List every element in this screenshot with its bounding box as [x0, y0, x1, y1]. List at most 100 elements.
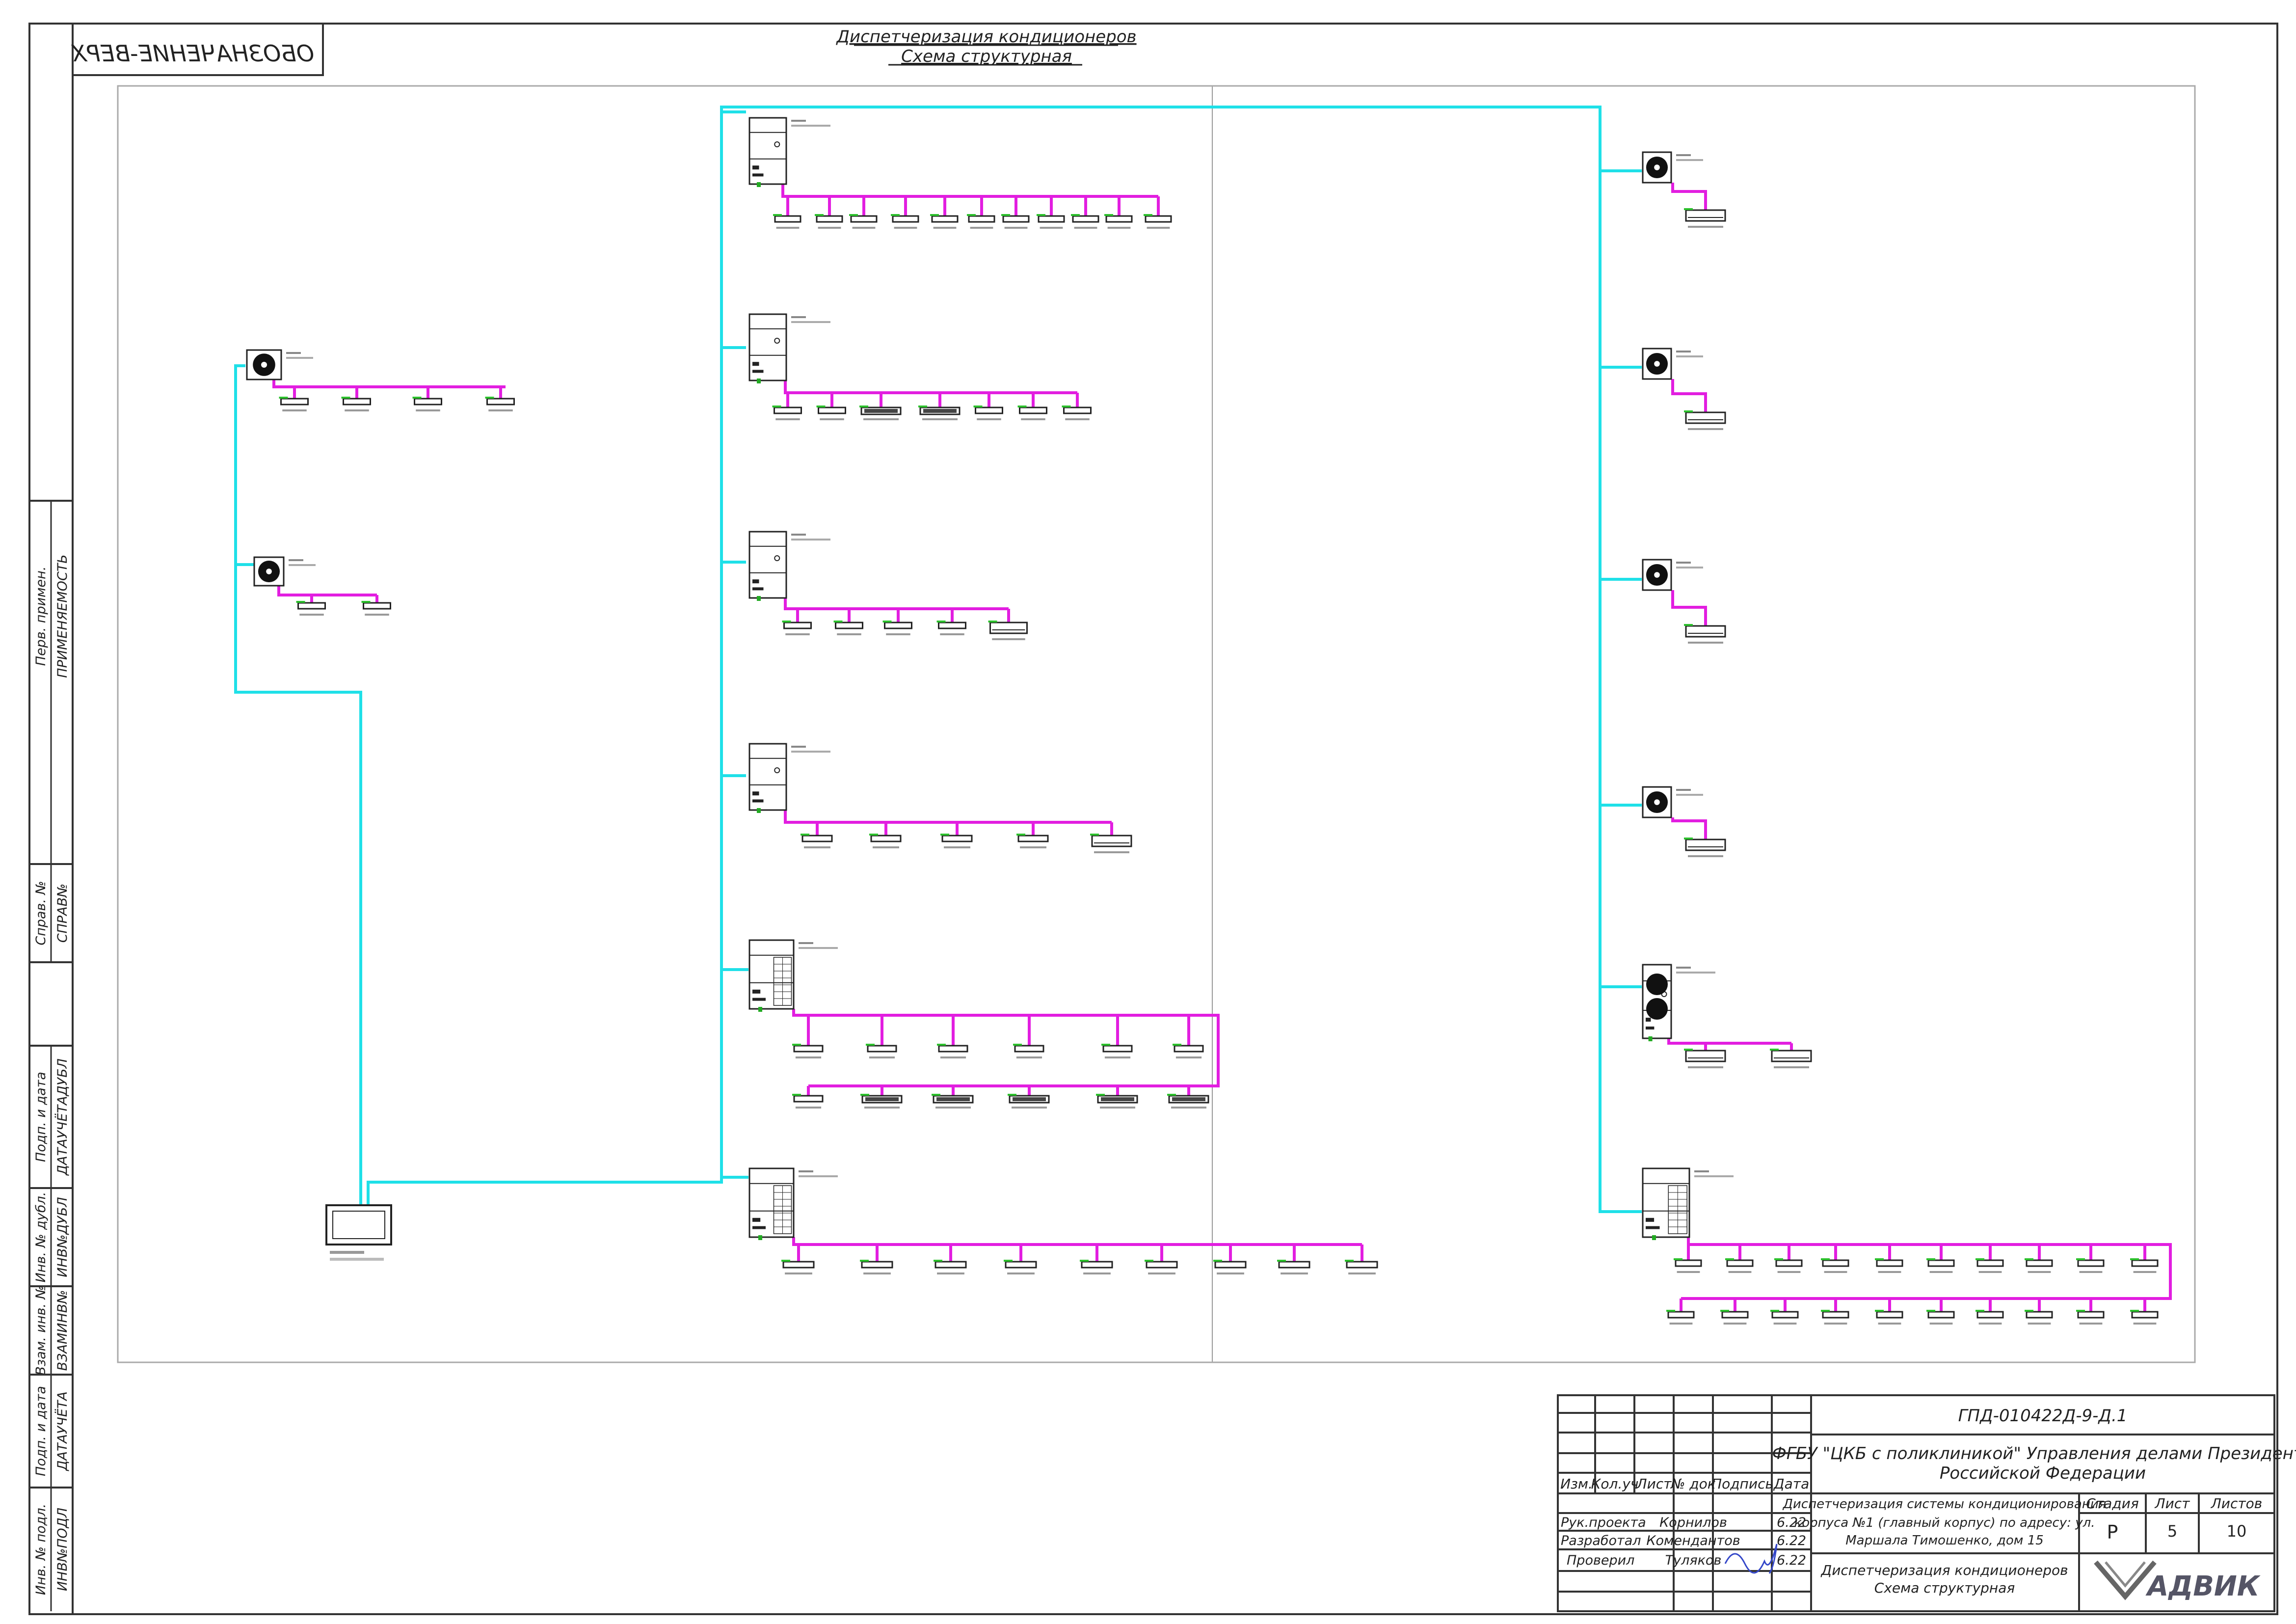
organization-line1: ФГБУ "ЦКБ с поликлиникой" Управления дел… [1772, 1444, 2296, 1463]
indoor-unit-body [1976, 1311, 2004, 1319]
header-data: Дата [1773, 1476, 1810, 1492]
right-6-bus [1681, 1237, 2172, 1300]
indoor-label-mark [775, 418, 800, 420]
mid-1-bus [781, 184, 1158, 198]
indoor-unit-body [1976, 1259, 2004, 1267]
port-icon [752, 799, 764, 803]
indoor-label-mark [795, 1056, 822, 1058]
indoor-unit-body [931, 215, 959, 223]
indoor-unit-body [1145, 215, 1172, 223]
header-list: Лист [1636, 1476, 1672, 1492]
indoor-unit [1167, 1094, 1209, 1109]
indoor-unit-body [1019, 406, 1047, 414]
indoor-unit-body [938, 622, 966, 629]
indoor-label-mark [2133, 1271, 2157, 1273]
side-stamp-label: Взам. инв. № [33, 1285, 49, 1375]
indoor-unit [1674, 1258, 1702, 1273]
unit-label-mark [286, 357, 313, 359]
indoor-label-mark [818, 227, 841, 229]
side-stamp-label: Перв. примен. [33, 567, 49, 666]
indoor-label-mark [863, 1272, 891, 1274]
indoor-unit-body [1771, 1050, 1812, 1062]
outdoor-unit-mid-5 [748, 939, 838, 1012]
indoor-unit [860, 1260, 893, 1274]
stage-label: Стадия [2086, 1495, 2138, 1512]
indoor-unit [1062, 406, 1092, 420]
port-icon [752, 173, 764, 177]
port-icon [752, 1226, 766, 1229]
indoor-unit [1213, 1260, 1247, 1274]
indoor-unit [772, 406, 802, 420]
sheets-total: 10 [2227, 1522, 2247, 1541]
side-stamp-value: ДАТАУЧЁТАДУБЛ [54, 1058, 70, 1176]
indoor-unit-body [870, 835, 902, 842]
outdoor-unit-right-1-line [1671, 183, 1707, 210]
indoor-label-mark [1669, 1323, 1693, 1325]
outdoor-unit-right-1 [1642, 151, 1703, 184]
indoor-unit [2025, 1258, 2053, 1273]
fan-icon [1646, 974, 1668, 995]
inner-drawing-border [117, 85, 2196, 1363]
indoor-label-mark [1677, 1271, 1700, 1273]
indoor-label-mark [940, 633, 964, 635]
status-led [1648, 1036, 1653, 1041]
indoor-label-mark [2079, 1323, 2103, 1325]
indoor-label-mark [2028, 1323, 2051, 1325]
date-3: 6.22 [1777, 1553, 1806, 1568]
sheet-title: Диспетчеризация кондиционеров Схема стру… [835, 27, 1136, 66]
header-koluch: Кол.уч [1591, 1476, 1639, 1492]
indoor-label-mark [1094, 851, 1129, 853]
indoor-label-mark [345, 409, 369, 411]
indoor-label-mark [1824, 1271, 1847, 1273]
unit-label-mark [1676, 789, 1691, 791]
side-stamp-label: Инв. № дубл. [33, 1192, 49, 1283]
indoor-unit-body [1771, 1311, 1799, 1319]
side-stamp-value: ДАТАУЧЁТА [54, 1391, 70, 1471]
mirrored-designation-stamp: ОБОЗНАЧЕНИЕ-ВЕРХ [71, 23, 324, 76]
indoor-unit-body [1675, 1259, 1702, 1267]
port-icon [752, 370, 764, 373]
indoor-label-mark [416, 409, 440, 411]
outdoor-unit-right-3 [1642, 559, 1703, 591]
status-led [758, 1007, 762, 1012]
indoor-unit-body [818, 406, 846, 414]
unit-label-mark [791, 539, 830, 541]
header-podpis: Подпись [1711, 1476, 1773, 1492]
port-icon [752, 362, 759, 366]
indoor-unit [934, 1260, 967, 1274]
port-icon [752, 579, 759, 584]
outdoor-unit-mid-3 [748, 531, 830, 601]
project-line3: Маршала Тимошенко, дом 15 [1845, 1533, 2043, 1548]
indoor-unit [1277, 1260, 1310, 1274]
indoor-unit [1080, 1260, 1113, 1274]
indoor-unit [1976, 1310, 2004, 1325]
indoor-unit [866, 1044, 897, 1058]
indoor-unit [1926, 1310, 1955, 1325]
indoor-unit [2025, 1310, 2053, 1325]
indoor-label-mark [1878, 1323, 1901, 1325]
indoor-unit-body [801, 835, 833, 842]
indoor-unit [801, 834, 833, 848]
outdoor-unit-left-2 [253, 556, 316, 587]
indoor-unit [1684, 1049, 1726, 1068]
indoor-unit [1071, 214, 1099, 229]
outdoor-unit-mid-4 [748, 743, 830, 813]
sheet-frame [28, 23, 2278, 1615]
indoor-label-mark [863, 418, 899, 420]
indoor-label-mark [299, 614, 324, 616]
indoor-unit-body [968, 215, 995, 223]
outdoor-unit-mid-2 [748, 313, 830, 383]
indoor-unit-body [774, 406, 802, 414]
indoor-unit-body [1014, 1045, 1044, 1053]
indoor-label-mark [940, 1056, 966, 1058]
indoor-unit [1013, 1044, 1044, 1058]
indoor-label-mark [1100, 1107, 1135, 1109]
fan-hub-icon [266, 568, 272, 574]
indoor-label-mark [1773, 1323, 1797, 1325]
status-led [1652, 1235, 1656, 1240]
indoor-unit [1875, 1310, 1903, 1325]
mid-2-bus [784, 380, 1077, 394]
outdoor-unit-right-4-line [1671, 817, 1707, 839]
indoor-unit [1145, 1260, 1178, 1274]
mid-3-bus [784, 598, 1009, 610]
